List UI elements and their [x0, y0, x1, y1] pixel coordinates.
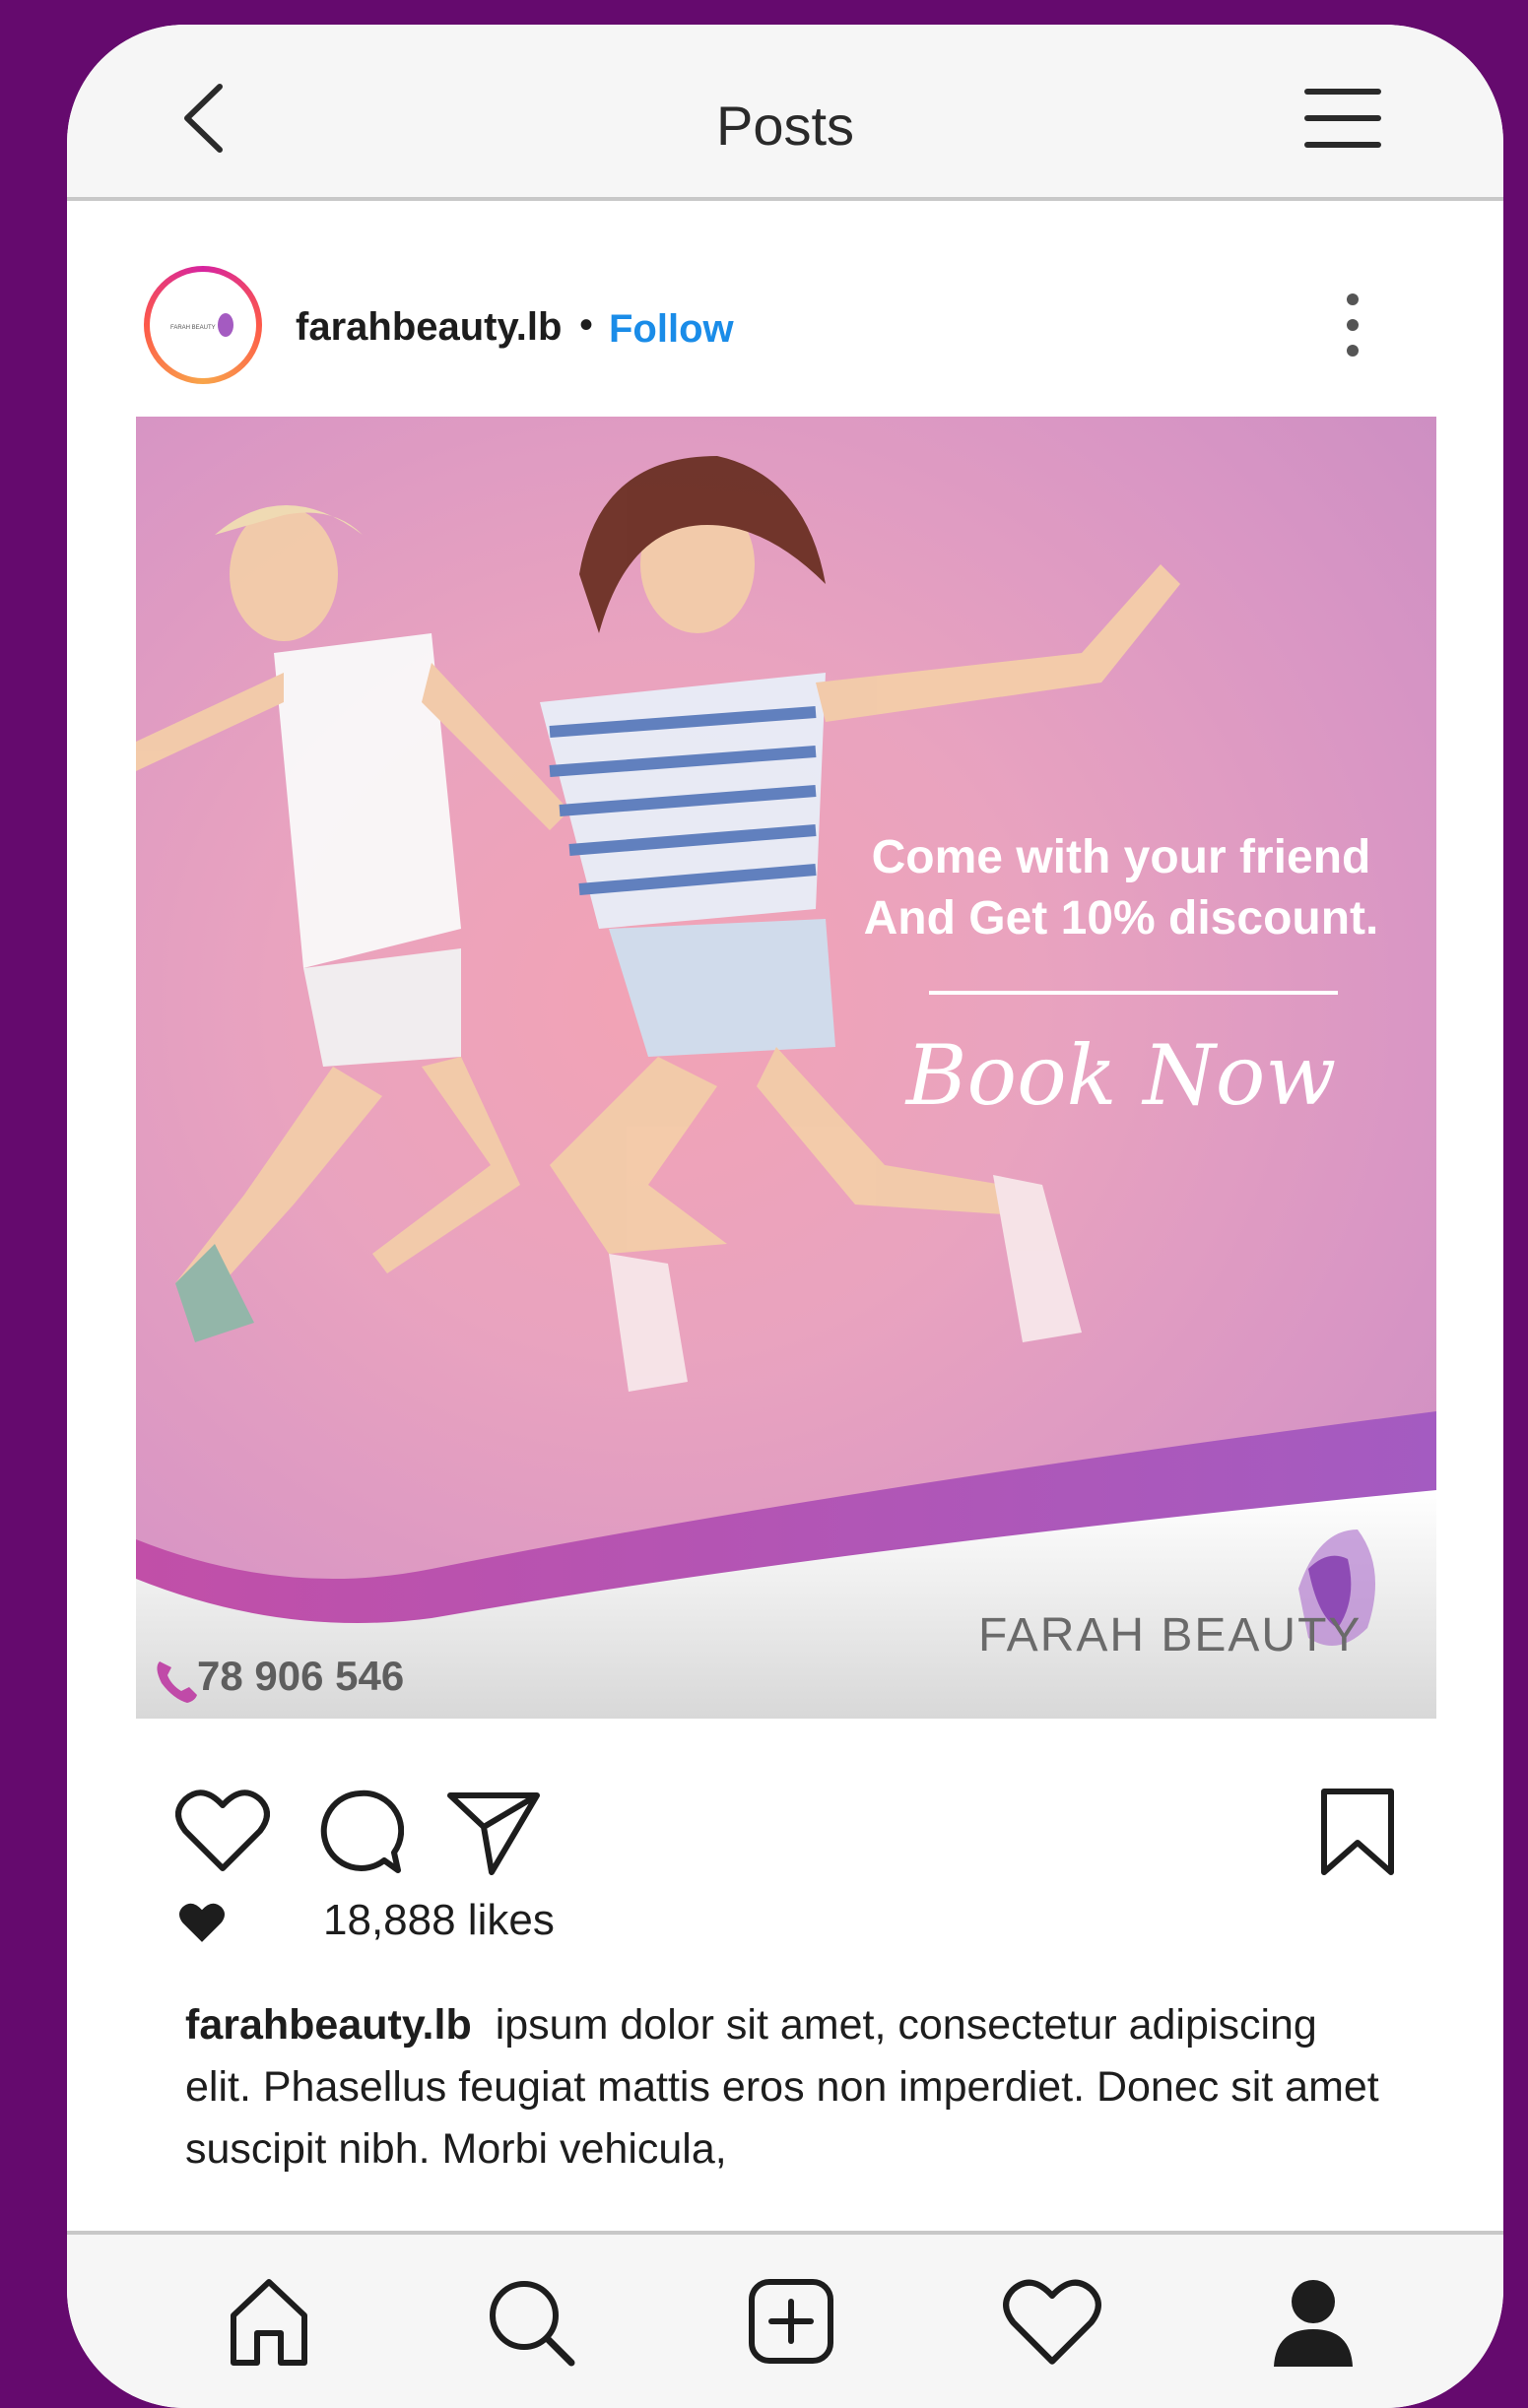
caption-username[interactable]: farahbeauty.lb: [185, 2001, 472, 2049]
nav-search[interactable]: [481, 2272, 579, 2371]
like-button[interactable]: [175, 1786, 270, 1874]
comment-button[interactable]: [315, 1788, 404, 1876]
post-header: FARAH BEAUTY farahbeauty.lb • Follow: [67, 236, 1503, 384]
post-actions: [67, 1778, 1503, 1886]
bottom-nav: [67, 2231, 1503, 2408]
separator-dot: •: [579, 303, 594, 347]
book-now-cta: Book Now: [905, 1027, 1337, 1124]
brand-logo-icon: FARAH BEAUTY: [170, 313, 233, 337]
nav-add-post[interactable]: [742, 2272, 840, 2371]
svg-text:FARAH BEAUTY: FARAH BEAUTY: [170, 325, 216, 331]
heart-filled-icon: [179, 1903, 225, 1942]
save-button[interactable]: [1318, 1788, 1397, 1876]
top-bar: Posts: [67, 25, 1503, 201]
avatar[interactable]: FARAH BEAUTY: [144, 266, 262, 384]
nav-activity[interactable]: [1003, 2272, 1101, 2371]
share-button[interactable]: [446, 1788, 541, 1876]
phone-frame: Posts FARAH BEAUTY farahbeauty.lb • Foll…: [67, 25, 1503, 2408]
hamburger-menu-icon: [1304, 89, 1381, 148]
post-username[interactable]: farahbeauty.lb: [296, 305, 562, 350]
promo-line-2: And Get 10% discount.: [863, 892, 1379, 944]
follow-button[interactable]: Follow: [609, 307, 734, 352]
phone-number: 78 906 546: [197, 1653, 405, 1699]
avatar-inner: FARAH BEAUTY: [150, 272, 256, 378]
heart-outline-icon: [175, 1790, 270, 1871]
search-icon: [490, 2281, 575, 2367]
home-icon: [231, 2279, 307, 2366]
promo-divider: [929, 991, 1338, 995]
nav-profile[interactable]: [1264, 2272, 1362, 2371]
brand-name: FARAH BEAUTY: [978, 1609, 1362, 1661]
promo-line-1: Come with your friend: [871, 831, 1371, 883]
post-caption: farahbeauty.lb ipsum dolor sit amet, cons…: [185, 1994, 1387, 2180]
more-options-button[interactable]: [1338, 286, 1367, 364]
comment-bubble-icon: [320, 1790, 404, 1873]
post-image[interactable]: Come with your friend And Get 10% discou…: [136, 417, 1436, 1719]
activity-heart-icon: [1003, 2279, 1101, 2365]
more-vertical-icon: [1347, 293, 1359, 357]
page-title: Posts: [715, 95, 855, 157]
bookmark-icon: [1321, 1789, 1394, 1875]
nav-home[interactable]: [220, 2272, 318, 2371]
paper-plane-icon: [447, 1792, 540, 1875]
add-post-icon: [749, 2279, 833, 2364]
profile-icon: [1274, 2280, 1353, 2367]
likes-count: 18,888 likes: [323, 1896, 555, 1944]
menu-button[interactable]: [1303, 84, 1382, 153]
